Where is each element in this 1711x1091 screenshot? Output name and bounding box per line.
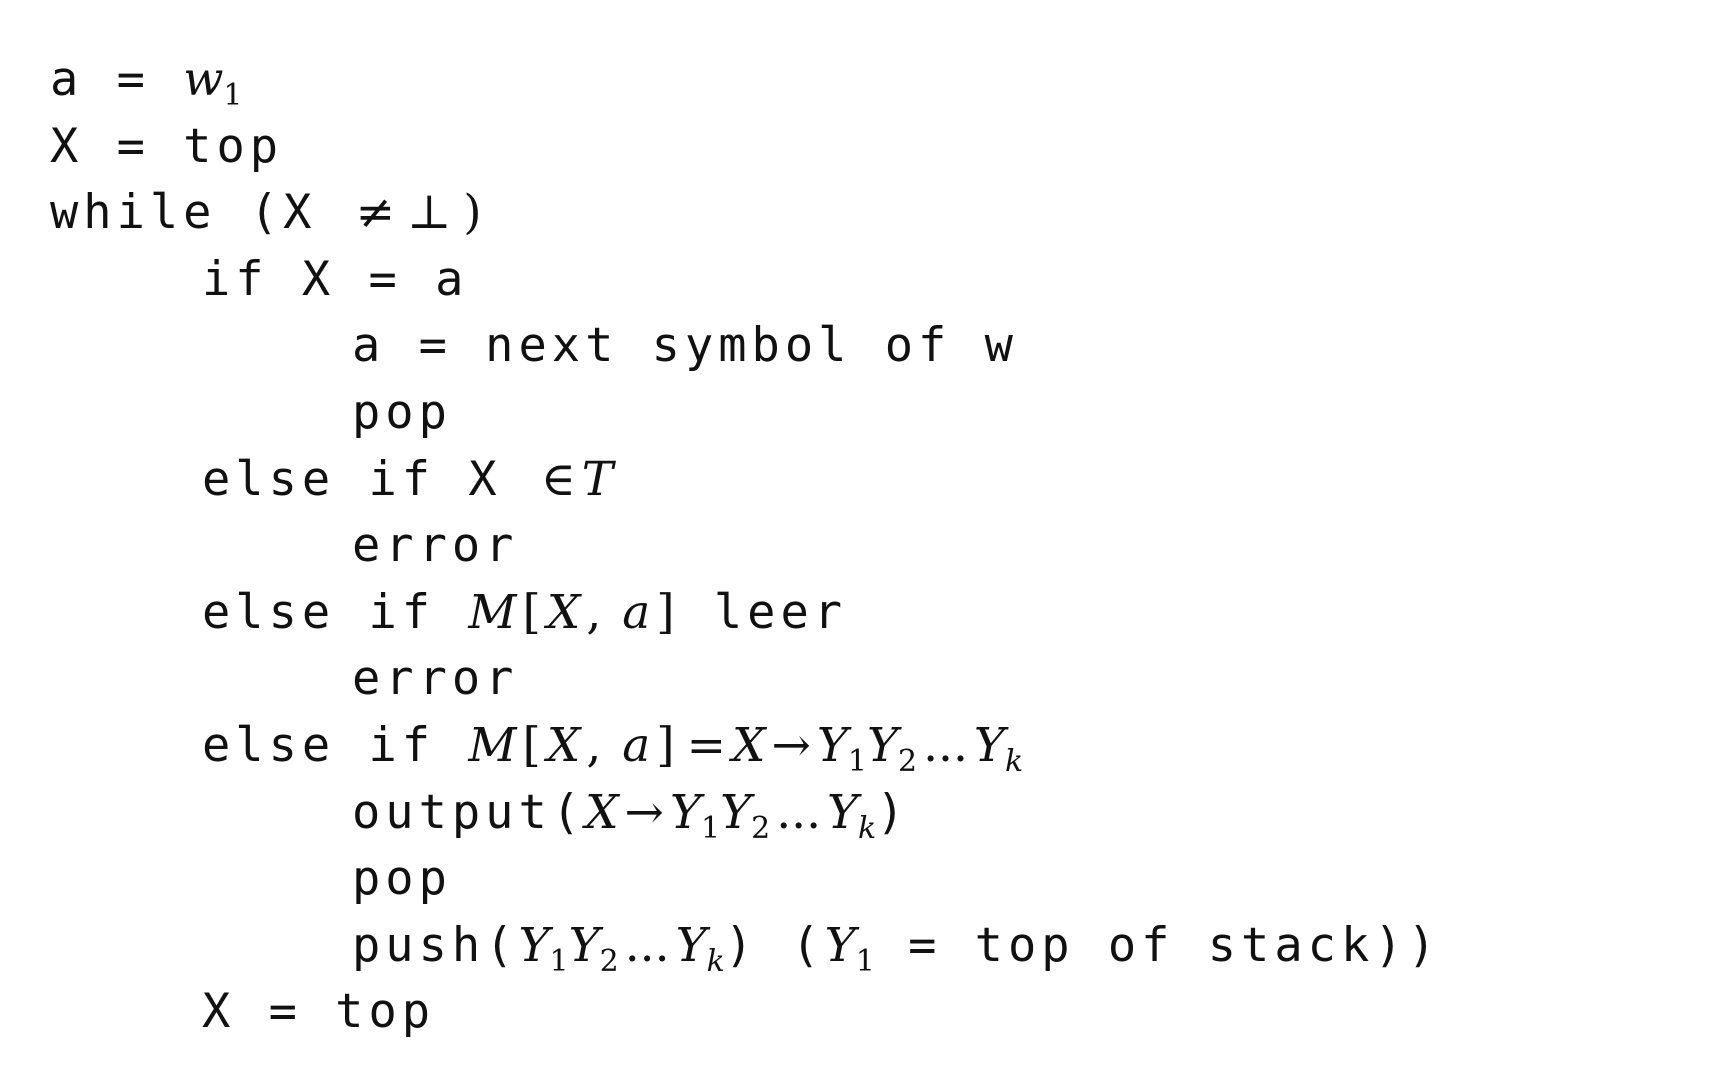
close-paren: ): [876, 784, 910, 840]
math-X: X: [546, 717, 581, 773]
if-statement: if X = a: [202, 251, 469, 307]
output-call: output(: [352, 784, 586, 840]
math-Y: Y: [827, 784, 859, 840]
subscript-1: 1: [700, 810, 721, 846]
code-line-11: else if M[X, a] = X → Y1Y2... Yk: [50, 713, 1690, 780]
code-line-7: else if X ∈ T: [50, 447, 1690, 514]
pseudocode-block: a = w1 X = top while (X ≠ ⊥) if X = a a =…: [50, 47, 1690, 1046]
math-T: T: [581, 451, 614, 507]
math-Y: Y: [568, 917, 600, 973]
next-symbol-statement: a = next symbol of w: [352, 318, 1018, 374]
subscript-k: k: [858, 810, 877, 846]
comma: ,: [586, 584, 617, 640]
not-equal-symbol: ≠: [355, 185, 396, 241]
ellipsis: ...: [776, 784, 822, 840]
math-Y: Y: [866, 717, 898, 773]
math-X: X: [546, 584, 581, 640]
math-M: M: [468, 584, 517, 640]
left-bracket: [: [522, 717, 541, 773]
subscript-1: 1: [847, 743, 867, 779]
subscript-2: 2: [751, 810, 771, 846]
math-X: X: [731, 717, 766, 773]
code-line-15: X = top: [50, 979, 1690, 1046]
subscript-2: 2: [897, 743, 918, 779]
code-line-8: error: [50, 513, 1690, 580]
push-call: push(: [352, 917, 519, 973]
ellipsis: ...: [624, 917, 670, 973]
assign-top: X = top: [50, 118, 284, 174]
code-line-14: push(Y1Y2... Yk) (Y1 = top of stack)): [50, 913, 1690, 980]
ellipsis: ...: [923, 717, 968, 773]
comma: ,: [586, 717, 617, 773]
math-Y: Y: [816, 717, 848, 773]
code-line-12: output(X → Y1Y2... Yk): [50, 780, 1690, 847]
math-X: X: [585, 784, 619, 840]
error-statement: error: [352, 518, 519, 574]
subscript-1: 1: [855, 943, 875, 979]
math-a: a: [622, 717, 651, 773]
math-Y: Y: [973, 717, 1005, 773]
code-line-3: while (X ≠ ⊥): [50, 180, 1690, 247]
while-keyword: while (X: [50, 185, 350, 241]
math-Y: Y: [518, 917, 550, 973]
else-if-keyword: else if: [202, 584, 469, 640]
right-arrow-symbol: →: [624, 784, 664, 840]
math-M: M: [468, 717, 517, 773]
math-Y: Y: [824, 917, 856, 973]
code-line-10: error: [50, 646, 1690, 713]
code-line-5: a = next symbol of w: [50, 313, 1690, 380]
top-of-stack-comment: = top of stack)): [874, 917, 1441, 973]
subscript-1: 1: [223, 78, 243, 113]
left-bracket: [: [522, 584, 541, 640]
math-Y: Y: [720, 784, 752, 840]
code-line-13: pop: [50, 846, 1690, 913]
leer-keyword: leer: [680, 584, 848, 640]
right-bracket: ]: [656, 717, 675, 773]
error-statement: error: [352, 651, 519, 707]
code-line-4: if X = a: [50, 247, 1690, 314]
var-a: a: [50, 52, 84, 107]
comment-open: ) (: [724, 917, 825, 973]
code-line-6: pop: [50, 380, 1690, 447]
pop-statement: pop: [352, 384, 452, 440]
code-line-9: else if M[X, a] leer: [50, 580, 1690, 647]
bottom-symbol: ⊥: [407, 185, 452, 241]
subscript-k: k: [706, 943, 725, 979]
math-a: a: [622, 584, 651, 640]
assign-top: X = top: [202, 984, 436, 1040]
close-paren: ): [463, 185, 482, 241]
code-line-1: a = w1: [50, 47, 1690, 114]
assign-op: =: [83, 52, 184, 107]
else-if-keyword: else if: [202, 717, 469, 773]
right-arrow-symbol: →: [771, 717, 811, 773]
equals-symbol: =: [686, 717, 726, 773]
else-if-keyword: else if X: [202, 451, 535, 507]
math-w: w: [183, 52, 224, 107]
subscript-2: 2: [599, 943, 619, 979]
element-of-symbol: ∈: [540, 451, 576, 507]
math-Y: Y: [669, 784, 701, 840]
code-line-2: X = top: [50, 114, 1690, 181]
right-bracket: ]: [656, 584, 675, 640]
math-Y: Y: [675, 917, 707, 973]
pop-statement: pop: [352, 851, 452, 907]
subscript-k: k: [1004, 743, 1024, 779]
subscript-1: 1: [549, 943, 569, 979]
